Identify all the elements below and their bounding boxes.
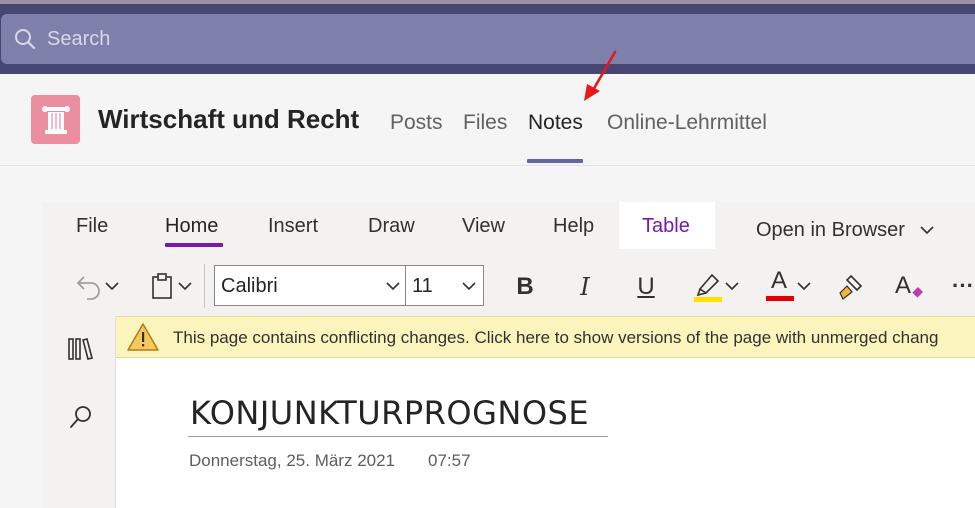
menu-insert[interactable]: Insert xyxy=(268,215,318,238)
notebooks-icon xyxy=(68,338,93,360)
left-navigation xyxy=(43,316,116,508)
toolbar-separator xyxy=(204,264,205,308)
warning-icon xyxy=(127,323,159,351)
notebooks-button[interactable] xyxy=(65,334,97,364)
menu-view[interactable]: View xyxy=(462,215,505,238)
highlight-button[interactable] xyxy=(687,268,745,304)
undo-icon xyxy=(76,276,100,300)
warning-text: This page contains conflicting changes. … xyxy=(173,328,939,347)
format-painter-button[interactable] xyxy=(833,270,867,304)
font-color-button[interactable]: A xyxy=(759,267,817,304)
font-name-value: Calibri xyxy=(221,275,278,297)
menu-home[interactable]: Home xyxy=(165,215,218,238)
font-box-divider xyxy=(405,266,406,305)
active-tab-indicator xyxy=(527,159,583,163)
open-in-browser-label: Open in Browser xyxy=(756,219,905,241)
page-date: Donnerstag, 25. März 2021 xyxy=(189,451,396,470)
clear-formatting-button[interactable]: A xyxy=(891,268,927,304)
highlighter-icon xyxy=(694,273,722,302)
chevron-down-icon xyxy=(462,282,476,291)
red-arrow-annotation xyxy=(584,50,617,101)
underline-button[interactable]: U xyxy=(629,270,663,304)
conflict-warning-bar[interactable]: This page contains conflicting changes. … xyxy=(116,316,975,358)
top-bar: Search xyxy=(0,4,975,74)
tab-notes[interactable]: Notes xyxy=(528,111,583,135)
team-avatar[interactable] xyxy=(31,95,80,144)
tab-posts[interactable]: Posts xyxy=(390,111,443,135)
tab-online-lehrmittel[interactable]: Online-Lehrmittel xyxy=(607,111,767,135)
title-underline xyxy=(188,436,608,437)
pillar-icon xyxy=(41,105,70,134)
tab-files[interactable]: Files xyxy=(463,111,507,135)
menu-table[interactable]: Table xyxy=(619,202,715,249)
search-icon xyxy=(13,27,37,51)
font-color-glyph: A xyxy=(771,267,788,294)
search-box[interactable]: Search xyxy=(1,14,975,64)
home-tab-indicator xyxy=(165,243,223,247)
note-page[interactable]: KONJUNKTURPROGNOSE Donnerstag, 25. März … xyxy=(116,358,975,508)
chevron-down-icon xyxy=(797,282,811,291)
menu-draw[interactable]: Draw xyxy=(368,215,415,238)
chevron-down-icon xyxy=(386,282,400,291)
bold-button[interactable]: B xyxy=(508,270,542,304)
page-time: 07:57 xyxy=(428,451,471,470)
font-picker[interactable]: Calibri 11 xyxy=(214,265,484,306)
menu-help[interactable]: Help xyxy=(553,215,594,238)
chevron-down-icon xyxy=(178,282,192,291)
notes-search-button[interactable] xyxy=(65,402,97,432)
chevron-down-icon xyxy=(725,282,739,291)
search-icon xyxy=(70,406,91,428)
svg-text:A: A xyxy=(895,272,911,299)
font-size-value[interactable]: 11 xyxy=(412,275,433,298)
page-title[interactable]: KONJUNKTURPROGNOSE xyxy=(190,394,589,432)
clipboard-icon xyxy=(152,273,172,299)
open-in-browser-button[interactable]: Open in Browser xyxy=(756,219,935,242)
undo-button[interactable] xyxy=(69,270,125,302)
chevron-down-icon xyxy=(919,226,934,235)
italic-button[interactable]: I xyxy=(568,270,602,304)
team-name: Wirtschaft und Recht xyxy=(98,104,360,134)
chevron-down-icon xyxy=(105,282,119,291)
search-placeholder: Search xyxy=(47,27,111,50)
channel-header: Wirtschaft und Recht Posts Files Notes O… xyxy=(0,74,975,166)
format-painter-icon xyxy=(839,274,863,300)
menu-file[interactable]: File xyxy=(76,215,108,238)
font-color-icon: A xyxy=(764,267,796,303)
font-color-swatch xyxy=(766,296,794,301)
menu-table-label: Table xyxy=(642,215,690,237)
more-options-button[interactable]: ··· xyxy=(948,268,975,304)
clear-formatting-icon: A xyxy=(895,272,923,299)
paste-button[interactable] xyxy=(143,270,199,302)
